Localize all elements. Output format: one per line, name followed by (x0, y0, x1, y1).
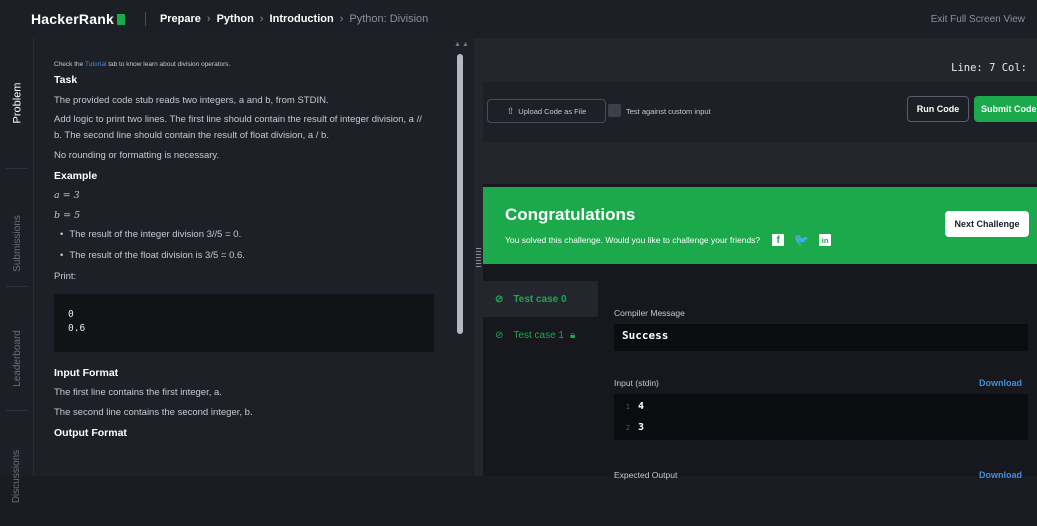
hackerrank-logo[interactable]: HackerRank (31, 11, 125, 27)
submit-code-button[interactable]: Submit Code (974, 96, 1037, 122)
editor-panel: Line: 7 Col: ⇧ Upload Code as File Test … (483, 38, 1037, 480)
input-stdin-box: 14 23 (614, 394, 1028, 440)
check-circle-icon: ⊘ (495, 293, 504, 305)
task-text: Add logic to print two lines. The first … (54, 114, 422, 126)
list-item: The result of the float division is 3/5 … (60, 249, 434, 263)
example-bullets: The result of the integer division 3//5 … (60, 228, 434, 263)
test-case-0[interactable]: ⊘ Test case 0 (483, 281, 598, 317)
print-label: Print: (54, 270, 77, 282)
chevron-right-icon: › (339, 13, 344, 25)
linkedin-icon[interactable]: in (819, 234, 832, 246)
results-header-strip (483, 142, 1037, 184)
tab-divider (6, 286, 28, 287)
facebook-icon[interactable]: f (772, 234, 785, 246)
custom-input-checkbox[interactable] (608, 104, 621, 117)
next-challenge-button[interactable]: Next Challenge (945, 211, 1029, 237)
top-bar: HackerRank Prepare › Python › Introducti… (0, 0, 1037, 38)
header-divider (144, 12, 146, 26)
list-item: The result of the integer division 3//5 … (60, 228, 434, 242)
sample-output-code: 0 0.6 (54, 293, 434, 352)
task-text: No rounding or formatting is necessary. (54, 149, 220, 161)
left-tab-rail: Problem Submissions Leaderboard Discussi… (0, 38, 34, 503)
expected-output-label: Expected Output (614, 470, 678, 480)
task-text: b. The second line should contain the re… (54, 130, 329, 142)
task-text: The provided code stub reads two integer… (54, 94, 329, 106)
exit-fullscreen-link[interactable]: Exit Full Screen View (931, 14, 1025, 25)
chevron-right-icon: › (206, 13, 211, 25)
tab-leaderboard[interactable]: Leaderboard (0, 303, 34, 413)
input-format-text: The second line contains the second inte… (54, 406, 253, 418)
line-col-indicator: Line: 7 Col: (951, 62, 1027, 74)
breadcrumb-prepare[interactable]: Prepare (160, 13, 201, 25)
test-case-1[interactable]: ⊘ Test case 1 🔒︎ (483, 317, 598, 353)
tab-submissions[interactable]: Submissions (0, 188, 34, 298)
problem-scrollbar[interactable]: ▲ ▲ (450, 38, 474, 476)
run-code-button[interactable]: Run Code (907, 96, 969, 122)
editor-status-bar: Line: 7 Col: (483, 38, 1037, 82)
congrats-subtitle: You solved this challenge. Would you lik… (505, 233, 832, 247)
download-input-link[interactable]: Download (979, 378, 1022, 388)
task-heading: Task (54, 74, 78, 87)
example-a: a = 3 (54, 189, 80, 201)
tutorial-link[interactable]: Tutorial (85, 61, 106, 68)
breadcrumb-python[interactable]: Python (217, 13, 254, 25)
congrats-title: Congratulations (505, 205, 636, 224)
upload-icon: ⇧ (506, 105, 515, 116)
tab-divider (6, 168, 28, 169)
logo-block-icon (116, 13, 125, 25)
upload-code-button[interactable]: ⇧ Upload Code as File (487, 99, 606, 123)
example-heading: Example (54, 169, 98, 182)
tab-discussions[interactable]: Discussions (0, 426, 34, 526)
list-item: 14 (625, 401, 645, 412)
scroll-up-icon[interactable]: ▲ (454, 41, 461, 48)
test-case-list: ⊘ Test case 0 ⊘ Test case 1 🔒︎ (483, 281, 598, 353)
test-output: Compiler Message Success Input (stdin) D… (614, 264, 1030, 480)
twitter-icon[interactable]: 🐦 (794, 233, 809, 247)
problem-description: Check the Tutorial tab to know learn abo… (34, 38, 450, 476)
input-stdin-label: Input (stdin) (614, 378, 659, 388)
tab-divider (6, 410, 28, 411)
example-b: b = 5 (54, 209, 81, 221)
download-expected-link[interactable]: Download (979, 470, 1022, 480)
test-results: ⊘ Test case 0 ⊘ Test case 1 🔒︎ Compiler … (483, 264, 1037, 480)
chevron-right-icon: › (259, 13, 264, 25)
list-item: 23 (625, 422, 645, 433)
input-format-heading: Input Format (54, 366, 119, 379)
drag-handle-icon[interactable] (476, 248, 481, 268)
scrollbar-thumb[interactable] (457, 54, 463, 334)
input-format-text: The first line contains the first intege… (54, 386, 222, 398)
scroll-up-icon[interactable]: ▲ (462, 41, 469, 48)
congratulations-banner: Congratulations You solved this challeng… (483, 187, 1037, 264)
breadcrumb-current: Python: Division (349, 13, 429, 25)
output-format-heading: Output Format (54, 426, 127, 439)
compiler-message-label: Compiler Message (614, 308, 685, 318)
editor-actions: ⇧ Upload Code as File Test against custo… (483, 82, 1037, 142)
split-pane-handle[interactable] (474, 38, 483, 476)
check-circle-icon: ⊘ (495, 329, 504, 341)
lock-icon: 🔒︎ (569, 329, 576, 341)
custom-input-label[interactable]: Test against custom input (626, 107, 711, 116)
breadcrumb-introduction[interactable]: Introduction (270, 13, 334, 25)
tutorial-hint: Check the Tutorial tab to know learn abo… (54, 61, 231, 68)
compiler-message-box: Success (614, 324, 1028, 351)
tab-problem[interactable]: Problem (0, 68, 34, 138)
